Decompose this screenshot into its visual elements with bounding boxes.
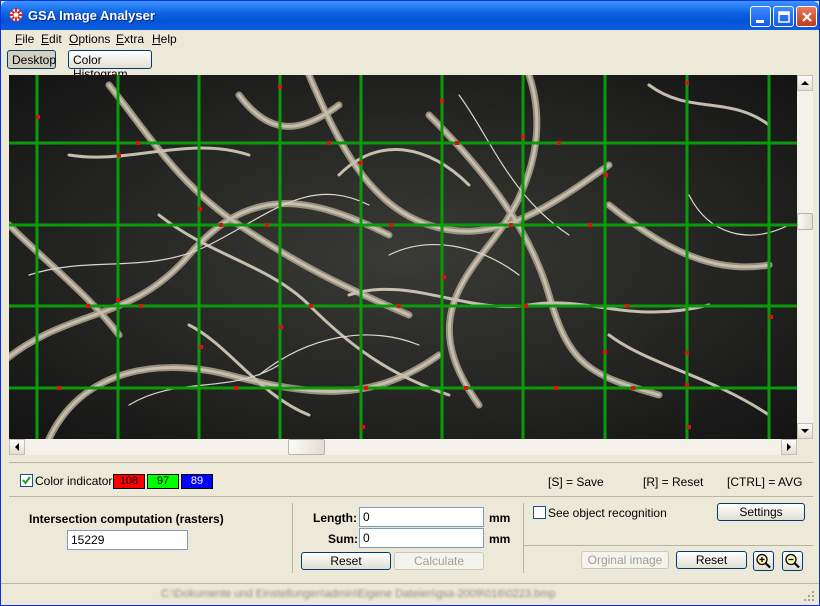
object-recognition-checkbox[interactable] (533, 506, 546, 519)
checkmark-icon (22, 476, 31, 485)
vertical-scrollbar[interactable] (797, 75, 813, 439)
object-recognition-label[interactable]: See object recognition (548, 506, 667, 520)
menu-file[interactable]: File (15, 32, 34, 46)
horizontal-scroll-thumb[interactable] (288, 439, 325, 455)
red-value-badge: 108 (113, 474, 145, 489)
color-indicator-checkbox[interactable] (20, 474, 33, 487)
length-label: Length: (313, 511, 357, 525)
length-field[interactable]: 0 (359, 507, 484, 527)
length-unit: mm (489, 511, 511, 525)
tab-color-histogram[interactable]: Color Histogram (68, 50, 152, 81)
app-window: GSA Image Analyser File Edit Options Ext… (0, 0, 820, 606)
scroll-down-button[interactable] (797, 423, 813, 439)
panel-divider (524, 545, 813, 546)
zoom-out-button[interactable] (782, 551, 803, 571)
scroll-up-button[interactable] (797, 75, 813, 91)
window-title: GSA Image Analyser (28, 8, 155, 23)
menu-options[interactable]: Options (69, 32, 110, 46)
menu-help[interactable]: Help (152, 32, 177, 46)
sum-label: Sum: (328, 532, 358, 546)
settings-button[interactable]: Settings (717, 503, 805, 521)
blue-value-badge: 89 (181, 474, 213, 489)
panel-divider (9, 496, 813, 497)
panel-divider (9, 462, 813, 463)
measure-reset-button[interactable]: Reset (301, 552, 391, 570)
maximize-button[interactable] (773, 6, 794, 27)
intersection-count-field[interactable]: 15229 (67, 530, 188, 550)
panel-divider (292, 503, 293, 573)
menu-extra[interactable]: Extra (116, 32, 144, 46)
analysed-image (9, 75, 797, 439)
color-indicator-label[interactable]: Color indicator (35, 474, 112, 488)
avg-shortcut-hint: [CTRL] = AVG (727, 475, 803, 489)
recognition-reset-button[interactable]: Reset (676, 551, 747, 569)
maximize-icon (778, 11, 790, 23)
tab-desktop[interactable]: Desktop (7, 50, 56, 69)
arrow-left-icon (15, 443, 19, 451)
menu-edit[interactable]: Edit (41, 32, 62, 46)
menu-bar: File Edit Options Extra Help (1, 30, 819, 48)
sum-field[interactable]: 0 (359, 528, 484, 548)
calculate-button[interactable]: Calculate (394, 552, 484, 570)
green-value-badge: 97 (147, 474, 179, 489)
minimize-icon (756, 20, 764, 23)
minimize-button[interactable] (750, 6, 771, 27)
save-shortcut-hint: [S] = Save (548, 475, 604, 489)
horizontal-scrollbar[interactable] (9, 439, 797, 455)
image-viewport[interactable] (9, 75, 797, 439)
reset-shortcut-hint: [R] = Reset (643, 475, 704, 489)
arrow-down-icon (801, 429, 809, 433)
zoom-out-icon (785, 553, 800, 569)
app-logo-icon (9, 8, 23, 22)
arrow-right-icon (787, 443, 791, 451)
vertical-scroll-thumb[interactable] (797, 213, 813, 230)
original-image-button[interactable]: Orginal image (581, 551, 669, 569)
title-bar[interactable]: GSA Image Analyser (1, 1, 819, 30)
zoom-in-icon (756, 553, 771, 569)
scroll-left-button[interactable] (9, 439, 25, 455)
scroll-right-button[interactable] (781, 439, 797, 455)
sum-unit: mm (489, 532, 511, 546)
panel-divider (523, 503, 524, 573)
close-button[interactable] (796, 6, 817, 27)
status-bar: C:\Dokumente und Einstellungen\admin\Eig… (1, 583, 819, 605)
status-file-path: C:\Dokumente und Einstellungen\admin\Eig… (161, 588, 556, 600)
arrow-up-icon (801, 81, 809, 85)
resize-grip-icon[interactable] (803, 590, 815, 602)
zoom-in-button[interactable] (753, 551, 774, 571)
intersection-title: Intersection computation (rasters) (29, 512, 224, 526)
close-icon (802, 12, 812, 22)
